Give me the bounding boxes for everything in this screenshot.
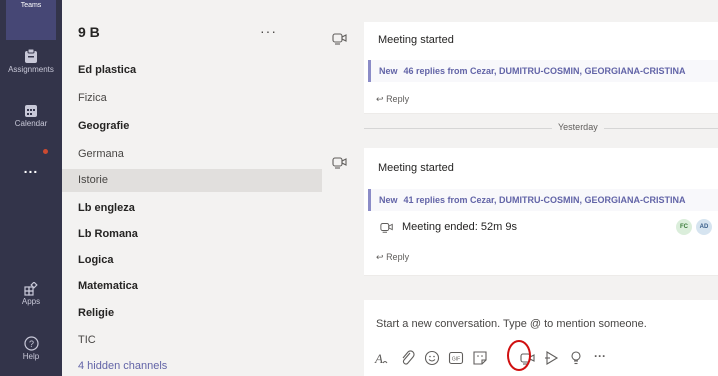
- channel-list: 9 B ··· Ed plastica Fizica Geografie Ger…: [62, 0, 322, 376]
- meeting-icon: [332, 157, 347, 169]
- channel-lb-romana[interactable]: Lb Romana: [62, 223, 322, 246]
- gif-icon[interactable]: GIF: [448, 350, 464, 366]
- channel-geografie[interactable]: Geografie: [62, 115, 322, 138]
- hidden-channels-link[interactable]: 4 hidden channels: [62, 355, 322, 376]
- post-meeting-2: Meeting started New 41 replies from Cezar…: [364, 148, 718, 276]
- post-meeting-1: Meeting started New 46 replies from Cezar…: [364, 22, 718, 114]
- appbar-calendar[interactable]: Calendar: [0, 104, 62, 128]
- svg-text:GIF: GIF: [452, 357, 460, 363]
- svg-text:A: A: [374, 351, 383, 366]
- replies-summary[interactable]: New 46 replies from Cezar, DUMITRU-COSMIN…: [368, 60, 718, 82]
- format-icon[interactable]: A: [374, 350, 390, 366]
- calendar-icon: [25, 105, 37, 117]
- meeting-icon: [332, 33, 347, 45]
- apps-icon: [24, 282, 38, 296]
- post-title: Meeting started: [378, 34, 454, 46]
- reply-link[interactable]: ↩ Reply: [376, 252, 409, 263]
- reply-link[interactable]: ↩ Reply: [376, 94, 409, 105]
- channel-logica[interactable]: Logica: [62, 249, 322, 272]
- appbar-more-icon[interactable]: ...: [0, 160, 62, 176]
- channel-ed-plastica[interactable]: Ed plastica: [62, 59, 322, 82]
- svg-text:?: ?: [28, 339, 33, 349]
- appbar-apps[interactable]: Apps: [0, 282, 62, 306]
- replies-text: 46 replies from Cezar, DUMITRU-COSMIN, G…: [403, 66, 686, 76]
- assignments-icon: [25, 48, 37, 63]
- new-badge: New: [379, 66, 398, 76]
- notification-dot: [43, 149, 48, 154]
- appbar-assignments-label: Assignments: [8, 65, 54, 74]
- stream-icon[interactable]: [544, 350, 560, 366]
- attach-icon[interactable]: [400, 350, 416, 366]
- appbar-help-label: Help: [22, 352, 40, 361]
- emoji-icon[interactable]: [424, 350, 440, 366]
- channel-istorie[interactable]: Istorie: [62, 169, 322, 192]
- meeting-ended-text: Meeting ended: 52m 9s: [402, 221, 517, 233]
- compose-box[interactable]: Start a new conversation. Type @ to ment…: [364, 300, 718, 376]
- highlight-circle: [507, 340, 531, 371]
- meeting-icon: [380, 223, 393, 233]
- compose-placeholder[interactable]: Start a new conversation. Type @ to ment…: [376, 318, 647, 330]
- team-name[interactable]: 9 B: [78, 24, 100, 40]
- channel-germana[interactable]: Germana: [62, 143, 322, 166]
- day-divider: Yesterday: [552, 122, 604, 132]
- channel-matematica[interactable]: Matematica: [62, 275, 322, 298]
- appbar-calendar-label: Calendar: [14, 119, 48, 128]
- new-badge: New: [379, 195, 398, 205]
- replies-summary[interactable]: New 41 replies from Cezar, DUMITRU-COSMIN…: [368, 189, 718, 211]
- channel-fizica[interactable]: Fizica: [62, 87, 322, 110]
- appbar-apps-label: Apps: [21, 297, 41, 306]
- post-title: Meeting started: [378, 162, 454, 174]
- reply-arrow-icon: ↩: [376, 252, 384, 262]
- avatar[interactable]: AD: [696, 219, 712, 235]
- channel-religie[interactable]: Religie: [62, 302, 322, 325]
- appbar-help[interactable]: ? Help: [0, 336, 62, 361]
- more-options-icon[interactable]: ···: [594, 350, 614, 366]
- replies-text: 41 replies from Cezar, DUMITRU-COSMIN, G…: [403, 195, 686, 205]
- reply-label: Reply: [386, 94, 410, 104]
- reply-label: Reply: [386, 252, 410, 262]
- app-bar: Teams Assignments Calendar ... Apps ? He…: [0, 0, 62, 376]
- help-icon: ?: [23, 336, 39, 351]
- sticker-icon[interactable]: [472, 350, 488, 366]
- teams-brand[interactable]: Teams: [6, 0, 56, 40]
- reply-arrow-icon: ↩: [376, 94, 384, 104]
- appbar-assignments[interactable]: Assignments: [0, 48, 62, 74]
- meeting-ended-row[interactable]: Meeting ended: 52m 9s FC AD: [380, 218, 718, 238]
- praise-icon[interactable]: [568, 350, 584, 366]
- channel-lb-engleza[interactable]: Lb engleza: [62, 197, 322, 220]
- team-more-options-icon[interactable]: ···: [260, 23, 277, 39]
- conversation-pane: Meeting started New 46 replies from Cezar…: [322, 0, 718, 376]
- day-divider-line: [364, 128, 718, 129]
- channel-tic[interactable]: TIC: [62, 329, 322, 352]
- avatar[interactable]: FC: [676, 219, 692, 235]
